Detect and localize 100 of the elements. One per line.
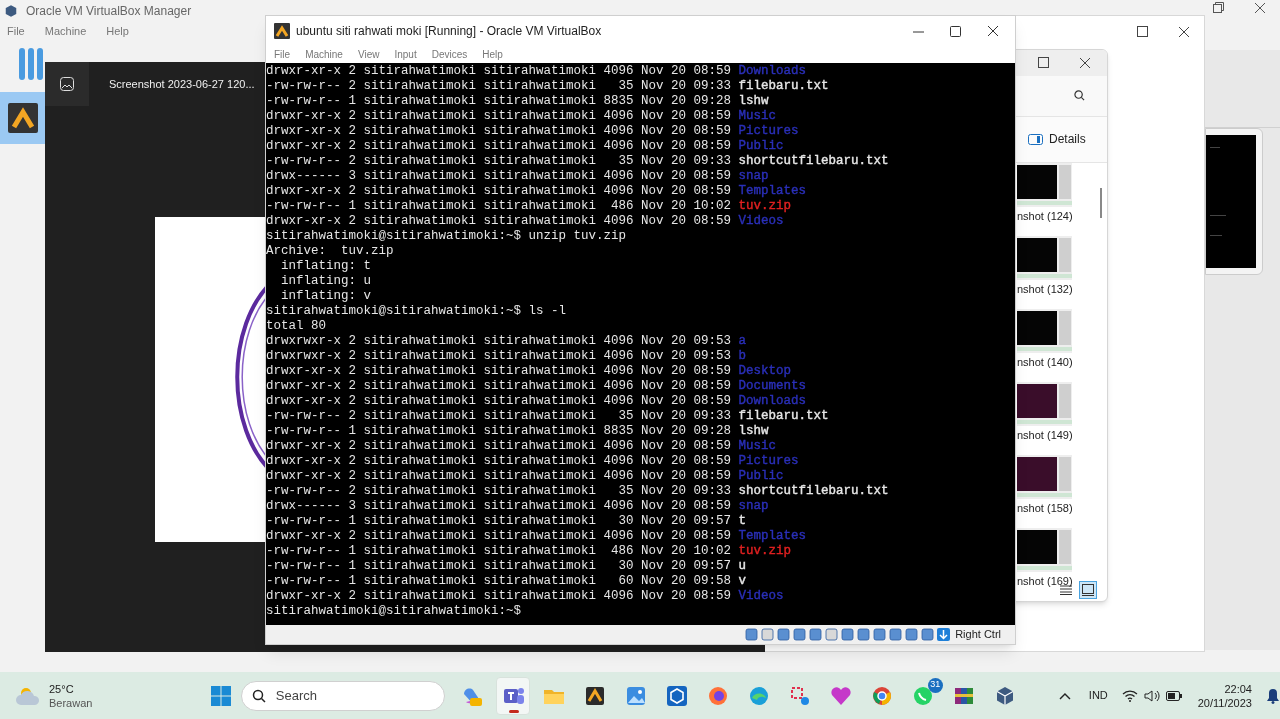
prompt-line: sitirahwatimoki@sitirahwatimoki:~$ unzip tuv.zip	[266, 229, 628, 244]
file-name: Public	[738, 469, 784, 484]
close-icon[interactable]	[1079, 56, 1091, 69]
file-name: snap	[738, 169, 769, 184]
thumbnail-label[interactable]: nshot (140)	[1017, 355, 1107, 369]
start-icon[interactable]	[210, 685, 231, 706]
menu-item[interactable]: Help	[106, 22, 129, 40]
bell-icon[interactable]	[1266, 687, 1280, 704]
file-name: Videos	[738, 214, 784, 229]
menu-item[interactable]: Input	[394, 47, 417, 62]
vm-icon	[8, 103, 38, 133]
arrow-down-icon	[937, 628, 951, 641]
tools-icon[interactable]	[17, 48, 45, 80]
listing-text: drwxr-xr-x 2 sitirahwatimoki sitirahwatimoki 4096 Nov 20 08:59	[266, 64, 732, 79]
language-indicator[interactable]: IND	[1088, 687, 1108, 704]
listing-text: -rw-rw-r-- 2 sitirahwatimoki sitirahwatimoki 35 Nov 20 09:33	[266, 484, 732, 499]
file-name: Templates	[738, 529, 807, 544]
device-status-icon[interactable]	[905, 628, 919, 641]
chevron-up-icon[interactable]	[1058, 691, 1071, 700]
device-status-icon[interactable]	[777, 628, 791, 641]
thumbnail-label[interactable]: nshot (132)	[1017, 282, 1107, 296]
listing-text: drwxr-xr-x 2 sitirahwatimoki sitirahwatimoki 4096 Nov 20 08:59	[266, 109, 732, 124]
device-status-icon[interactable]	[825, 628, 839, 641]
listing-text: drwxr-xr-x 2 sitirahwatimoki sitirahwatimoki 4096 Nov 20 08:59	[266, 454, 732, 469]
maximize-icon[interactable]	[1038, 57, 1049, 69]
close-icon[interactable]	[987, 25, 999, 37]
listing-text: -rw-rw-r-- 1 sitirahwatimoki sitirahwatimoki 8835 Nov 20 09:28	[266, 424, 732, 439]
device-status-icon[interactable]	[889, 628, 903, 641]
vm-icon	[274, 23, 290, 39]
battery-icon[interactable]	[1165, 690, 1182, 701]
file-name: tuv.zip	[738, 544, 792, 559]
tiles-view-button[interactable]	[1079, 581, 1097, 599]
file-name: lshw	[738, 94, 769, 109]
file-name: filebaru.txt	[738, 79, 829, 94]
listing-text: -rw-rw-r-- 1 sitirahwatimoki sitirahwatimoki 486 Nov 20 10:02	[266, 544, 732, 559]
device-status-icon[interactable]	[921, 628, 935, 641]
file-name: Music	[738, 109, 777, 124]
device-status-icon[interactable]	[873, 628, 887, 641]
file-name: lshw	[738, 424, 769, 439]
thumbnail-label[interactable]: nshot (124)	[1017, 209, 1107, 223]
listing-text: drwx------ 3 sitirahwatimoki sitirahwatimoki 4096 Nov 20 08:59	[266, 499, 732, 514]
file-name: t	[738, 514, 747, 529]
tile-icon	[1082, 584, 1094, 596]
file-name: Templates	[738, 184, 807, 199]
close-icon[interactable]	[1254, 2, 1266, 14]
device-status-icon[interactable]	[857, 628, 871, 641]
device-status-icon[interactable]	[793, 628, 807, 641]
taskbar-app[interactable]: 31	[905, 676, 940, 715]
search-field[interactable]: Search	[240, 680, 445, 711]
file-name: snap	[738, 499, 769, 514]
viewer-icon-tile[interactable]	[45, 62, 89, 106]
device-status-icon[interactable]	[745, 628, 759, 641]
thumbnail-label[interactable]: nshot (158)	[1017, 501, 1107, 515]
file-name: b	[738, 349, 747, 364]
menu-item[interactable]: View	[357, 47, 380, 62]
output-line: inflating: u	[280, 274, 373, 289]
prompt-line: sitirahwatimoki@sitirahwatimoki:~$ ls -l	[266, 304, 568, 319]
clock-date[interactable]: 20/11/2023	[1197, 695, 1252, 710]
listing-text: -rw-rw-r-- 2 sitirahwatimoki sitirahwatimoki 35 Nov 20 09:33	[266, 154, 732, 169]
file-name: shortcutfilebaru.txt	[738, 154, 889, 169]
listing-text: drwxr-xr-x 2 sitirahwatimoki sitirahwatimoki 4096 Nov 20 08:59	[266, 214, 732, 229]
device-status-icon[interactable]	[809, 628, 823, 641]
window-title: ubuntu siti rahwati moki [Running] - Oracle VM VirtualBox	[296, 23, 602, 40]
menu-item[interactable]: File	[274, 47, 291, 62]
output-line: total 80	[266, 319, 327, 334]
file-name: filebaru.txt	[738, 409, 829, 424]
restore-icon[interactable]	[1213, 2, 1224, 13]
menu-item[interactable]: File	[7, 22, 25, 40]
speaker-icon[interactable]	[1143, 688, 1160, 703]
listing-text: drwxr-xr-x 2 sitirahwatimoki sitirahwatimoki 4096 Nov 20 08:59	[266, 124, 732, 139]
list-icon	[1060, 585, 1072, 595]
vm-list-item[interactable]	[0, 92, 46, 144]
menu-item[interactable]: Machine	[44, 22, 87, 40]
listing-text: drwxrwxr-x 2 sitirahwatimoki sitirahwatimoki 4096 Nov 20 09:53	[266, 334, 732, 349]
thumbnail-label[interactable]: nshot (149)	[1017, 428, 1107, 442]
menu-item[interactable]: Help	[482, 47, 503, 62]
listing-text: drwxr-xr-x 2 sitirahwatimoki sitirahwatimoki 4096 Nov 20 08:59	[266, 529, 732, 544]
output-line: inflating: t	[280, 259, 373, 274]
search-icon[interactable]	[1074, 90, 1085, 102]
wifi-icon[interactable]	[1121, 689, 1138, 702]
device-status-icon[interactable]	[841, 628, 855, 641]
taskbar-app[interactable]	[495, 676, 530, 715]
active-indicator	[508, 709, 519, 713]
clock-time[interactable]: 22:04	[1224, 681, 1252, 696]
weather-condition: Berawan	[49, 695, 93, 710]
scrollbar-thumb[interactable]	[1100, 188, 1102, 218]
close-icon[interactable]	[1178, 26, 1190, 38]
listing-text: drwxr-xr-x 2 sitirahwatimoki sitirahwatimoki 4096 Nov 20 08:59	[266, 364, 732, 379]
output-line: Archive: tuv.zip	[266, 244, 395, 259]
listing-text: drwxr-xr-x 2 sitirahwatimoki sitirahwatimoki 4096 Nov 20 08:59	[266, 439, 732, 454]
device-status-icon[interactable]	[761, 628, 775, 641]
maximize-icon[interactable]	[1137, 26, 1148, 37]
maximize-icon[interactable]	[950, 25, 961, 37]
listing-text: drwxr-xr-x 2 sitirahwatimoki sitirahwatimoki 4096 Nov 20 08:59	[266, 589, 732, 604]
thumbnail-label[interactable]: nshot (169)	[1017, 574, 1107, 588]
photo-title: Screenshot 2023-06-27 120...	[109, 76, 255, 92]
menu-item[interactable]: Devices	[431, 47, 468, 62]
listing-text: -rw-rw-r-- 2 sitirahwatimoki sitirahwatimoki 35 Nov 20 09:33	[266, 79, 732, 94]
menu-item[interactable]: Machine	[305, 47, 343, 62]
file-name: Public	[738, 139, 784, 154]
